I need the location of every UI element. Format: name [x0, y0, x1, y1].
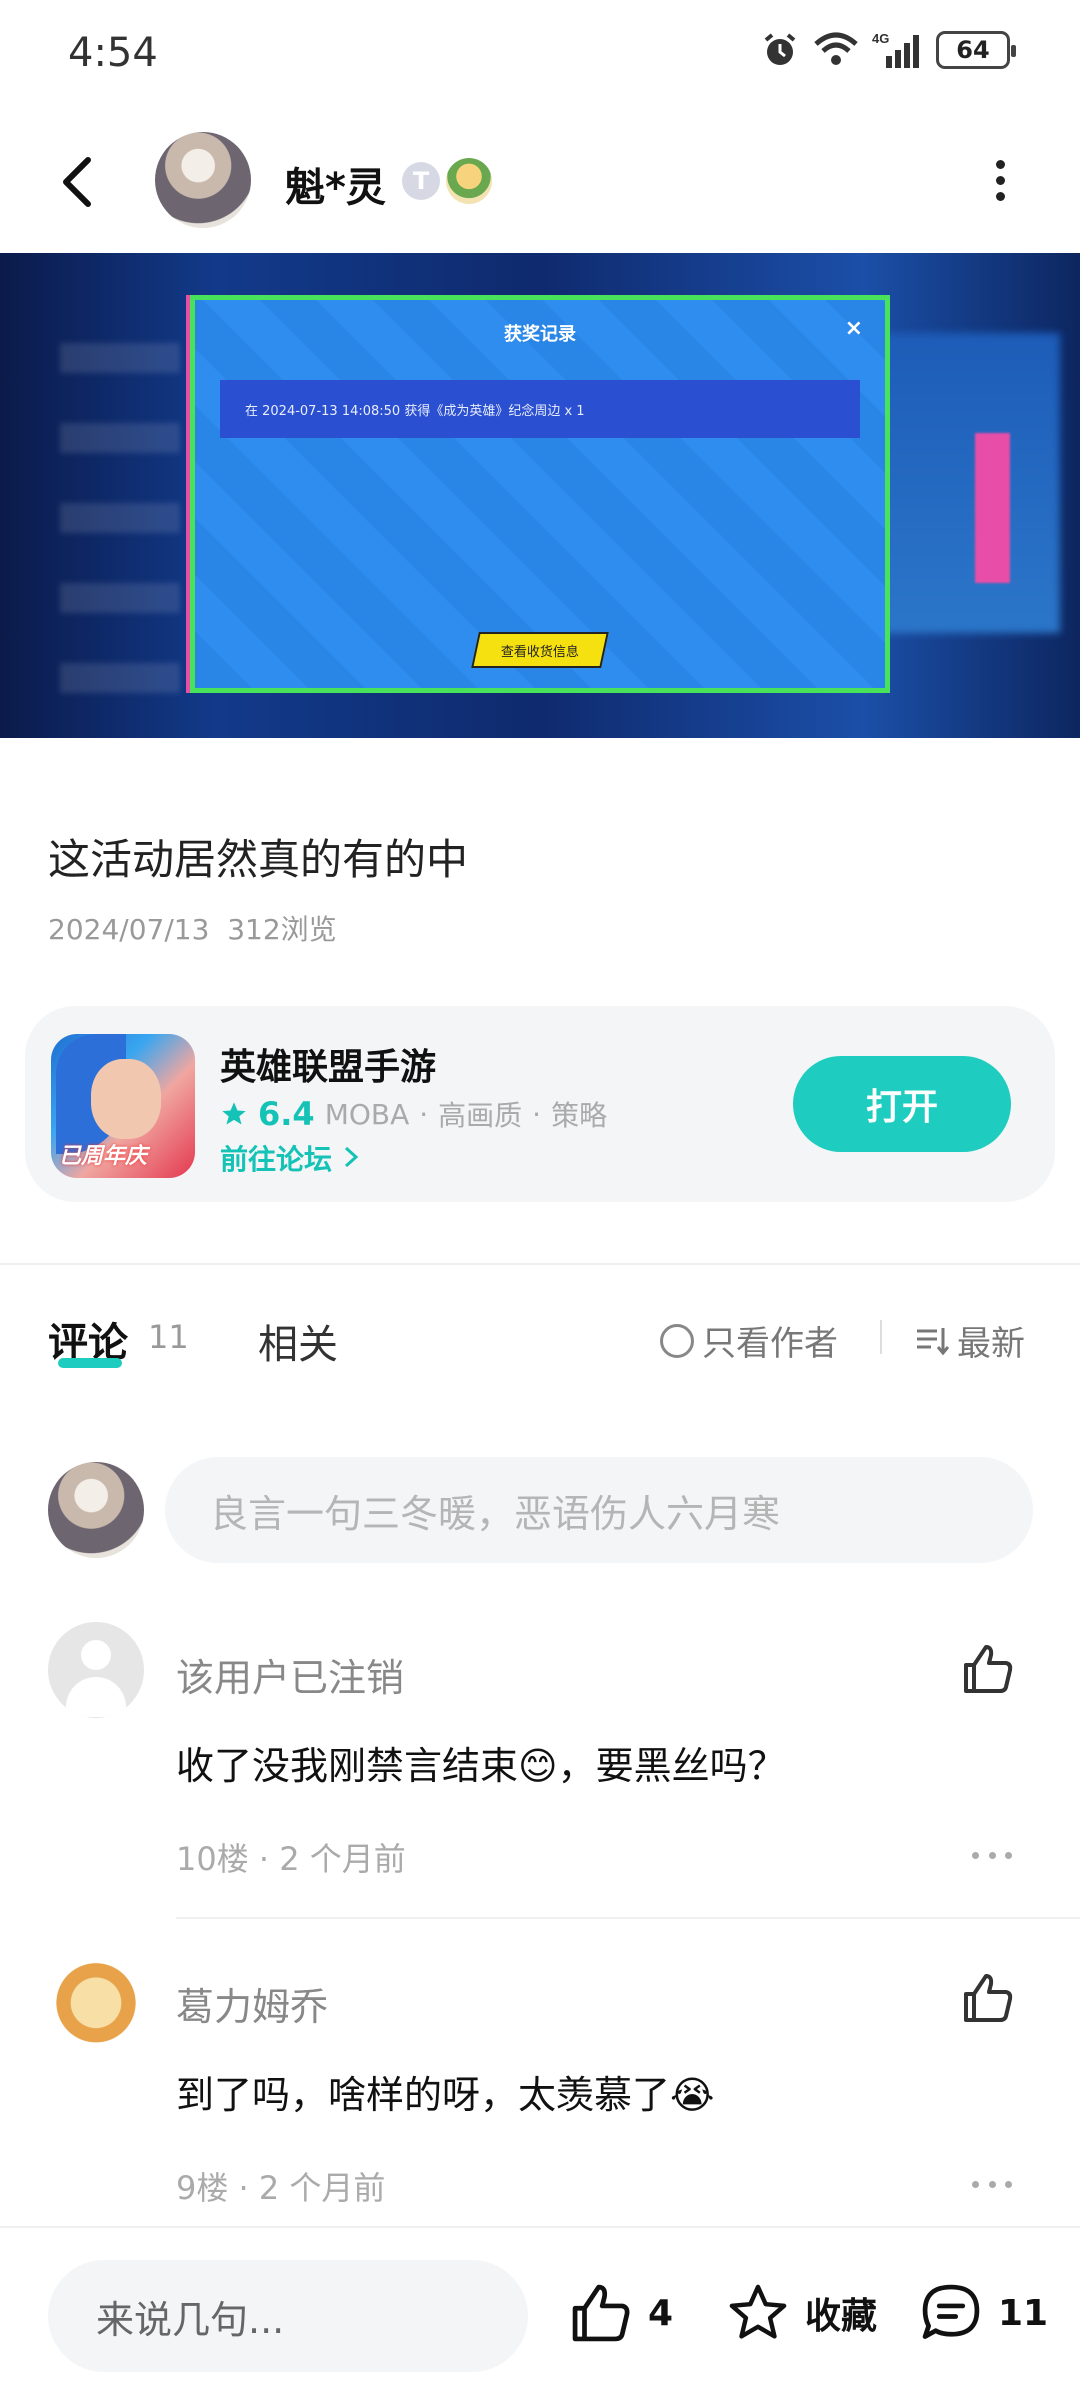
post-title: 这活动居然真的有的中	[48, 835, 469, 884]
commenter-name[interactable]: 该用户已注销	[176, 1647, 404, 1702]
my-avatar	[48, 1462, 144, 1558]
comment-text: 到了吗，啥样的呀，太羡慕了😭	[176, 2073, 715, 2117]
comment-count: 11	[998, 2292, 1049, 2334]
tab-related[interactable]: 相关	[258, 1312, 338, 1370]
star-icon	[222, 1102, 246, 1125]
commenter-avatar[interactable]	[48, 1950, 144, 2046]
medal-badge-icon	[446, 158, 492, 204]
status-bar: 4:54 4G 64	[0, 0, 1080, 110]
blurred-background-accent	[975, 433, 1010, 583]
section-divider	[0, 1263, 1080, 1265]
blurred-background-panel	[880, 333, 1060, 633]
sort-icon	[917, 1327, 949, 1355]
status-icons: 4G 64	[760, 30, 1016, 70]
game-name: 英雄联盟手游	[220, 1047, 437, 1088]
comment-floor: 10楼	[176, 1840, 249, 1878]
comment-button[interactable]: 11	[918, 2280, 1048, 2346]
game-icon-face	[91, 1059, 161, 1139]
sort-toggle[interactable]: 最新	[915, 1316, 1025, 1365]
battery-indicator: 64	[936, 31, 1016, 69]
game-tag: 策略	[551, 1099, 608, 1132]
comment-more-icon[interactable]	[972, 1852, 1012, 1864]
favorite-label: 收藏	[805, 2296, 878, 2337]
comment-text: 收了没我刚禁言结束😊，要黑丝吗？	[176, 1744, 786, 1788]
view-shipping-label: 查看收货信息	[500, 644, 579, 660]
star-outline-icon	[729, 2284, 787, 2339]
only-author-label: 只看作者	[702, 1324, 838, 1364]
comment-meta: 9楼 · 2 个月前	[176, 2169, 386, 2207]
blurred-background-menu	[60, 343, 180, 703]
game-card[interactable]: 已周年庆 英雄联盟手游 6.4 MOBA · 高画质 · 策略 前往论坛 打开	[25, 1006, 1055, 1202]
comment-input[interactable]: 良言一句三冬暖，恶语伤人六月寒	[165, 1457, 1033, 1563]
tag-separator: ·	[419, 1097, 429, 1131]
comment-time: 2 个月前	[279, 1840, 406, 1878]
author-avatar[interactable]	[155, 132, 251, 228]
bottom-comment-input[interactable]: 来说几句...	[48, 2260, 528, 2372]
game-tag: 高画质	[438, 1099, 523, 1132]
comment-bubble-icon	[922, 2284, 980, 2339]
avatar-body	[66, 1677, 126, 1717]
game-meta: 6.4 MOBA · 高画质 · 策略	[220, 1094, 607, 1134]
commenter-avatar[interactable]	[48, 1622, 144, 1718]
dialog-close-icon: ×	[844, 316, 863, 341]
favorite-button[interactable]: 收藏	[725, 2280, 877, 2346]
status-time: 4:54	[68, 30, 158, 76]
game-icon-tag: 已周年庆	[59, 1144, 148, 1169]
comments-count: 11	[148, 1318, 189, 1356]
bottom-action-bar: 来说几句... 4 收藏 11	[0, 2226, 1080, 2403]
like-icon[interactable]	[960, 1641, 1016, 1697]
post-date: 2024/07/13	[48, 913, 210, 946]
view-shipping-button: 查看收货信息	[471, 632, 609, 668]
game-icon: 已周年庆	[51, 1034, 195, 1178]
filter-separator	[880, 1320, 882, 1354]
alarm-icon	[764, 33, 796, 65]
open-game-button[interactable]: 打开	[793, 1056, 1011, 1152]
game-score: 6.4	[258, 1095, 315, 1133]
tag-separator: ·	[532, 1097, 542, 1131]
post-views: 312浏览	[227, 913, 337, 946]
avatar-head	[81, 1640, 111, 1670]
more-options-icon[interactable]	[990, 160, 1010, 206]
active-tab-indicator	[58, 1358, 122, 1368]
only-author-toggle[interactable]: 只看作者	[660, 1316, 838, 1365]
level-badge-icon: T	[402, 162, 440, 200]
wifi-icon	[814, 32, 858, 65]
comment-time: 2 个月前	[258, 2169, 386, 2207]
chevron-right-icon	[344, 1146, 359, 1168]
comment-more-icon[interactable]	[972, 2181, 1012, 2193]
prize-record-row: 在 2024-07-13 14:08:50 获得《成为英雄》纪念周边 x 1	[220, 380, 860, 438]
prize-record-dialog: 获奖记录 × 在 2024-07-13 14:08:50 获得《成为英雄》纪念周…	[190, 295, 890, 693]
like-icon[interactable]	[960, 1970, 1016, 2026]
thumbs-up-icon	[572, 2284, 630, 2342]
signal-icon: 4G	[872, 31, 919, 68]
network-label: 4G	[872, 31, 889, 46]
forum-link-label[interactable]: 前往论坛	[220, 1143, 332, 1176]
comment-meta: 10楼 · 2 个月前	[176, 1840, 406, 1878]
post-meta: 2024/07/13 312浏览	[48, 908, 337, 948]
radio-circle-icon[interactable]	[660, 1323, 694, 1358]
like-count: 4	[648, 2292, 674, 2334]
dialog-title: 获奖记录	[504, 324, 576, 345]
author-name[interactable]: 魁*灵	[285, 155, 386, 213]
post-header: 魁*灵 T	[0, 110, 1080, 255]
post-image[interactable]: 获奖记录 × 在 2024-07-13 14:08:50 获得《成为英雄》纪念周…	[0, 253, 1080, 738]
comment-divider	[176, 1917, 1080, 1919]
like-button[interactable]: 4	[568, 2280, 673, 2346]
comment-floor: 9楼	[176, 2169, 229, 2207]
back-arrow-icon[interactable]	[50, 152, 110, 212]
game-tag: MOBA	[324, 1097, 410, 1131]
sort-label: 最新	[957, 1324, 1025, 1364]
forum-link[interactable]: 前往论坛	[220, 1138, 360, 1178]
commenter-name[interactable]: 葛力姆乔	[176, 1976, 328, 2031]
